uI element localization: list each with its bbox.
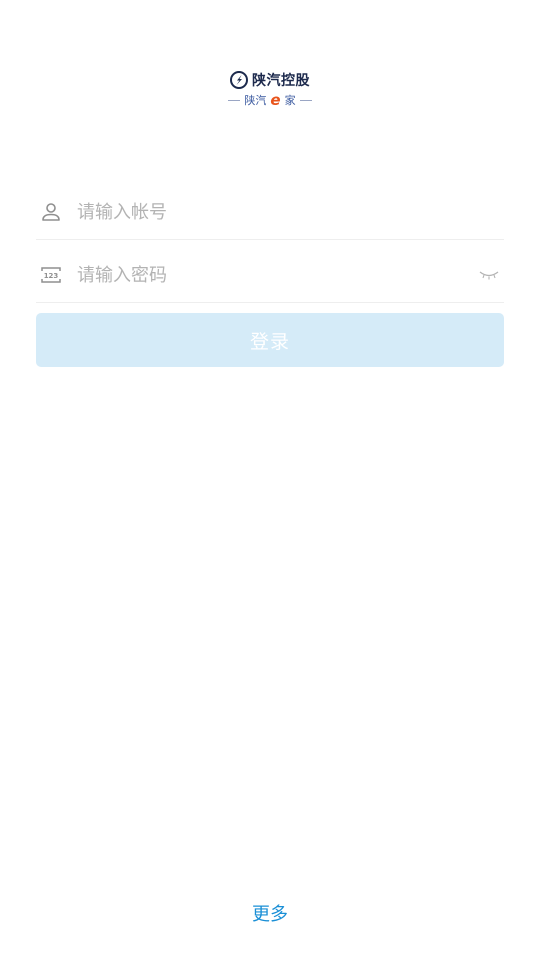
- account-input[interactable]: [77, 201, 504, 223]
- password-input[interactable]: [77, 264, 478, 286]
- more-link[interactable]: 更多: [0, 900, 540, 926]
- logo-sub-e: e: [270, 90, 281, 109]
- eye-closed-icon[interactable]: [478, 268, 500, 282]
- user-icon: [39, 200, 63, 224]
- password-field: 123: [36, 248, 504, 303]
- logo-sub-suffix: 家: [284, 94, 296, 107]
- logo-brand-name: 陕汽控股: [252, 73, 310, 89]
- logo-divider-right: [299, 99, 312, 101]
- logo-divider-left: [228, 99, 241, 101]
- logo-subtitle: 陕汽 e 家: [228, 90, 312, 109]
- account-field: [36, 185, 504, 240]
- keypad-123-icon: 123: [39, 263, 63, 287]
- login-button[interactable]: 登录: [36, 313, 504, 367]
- app-logo: 陕汽控股 陕汽 e 家: [0, 70, 540, 108]
- shaanxi-auto-logo-icon: [230, 71, 248, 89]
- logo-sub-prefix: 陕汽: [244, 94, 267, 107]
- logo-top-row: 陕汽控股: [230, 70, 310, 90]
- svg-text:123: 123: [44, 272, 59, 280]
